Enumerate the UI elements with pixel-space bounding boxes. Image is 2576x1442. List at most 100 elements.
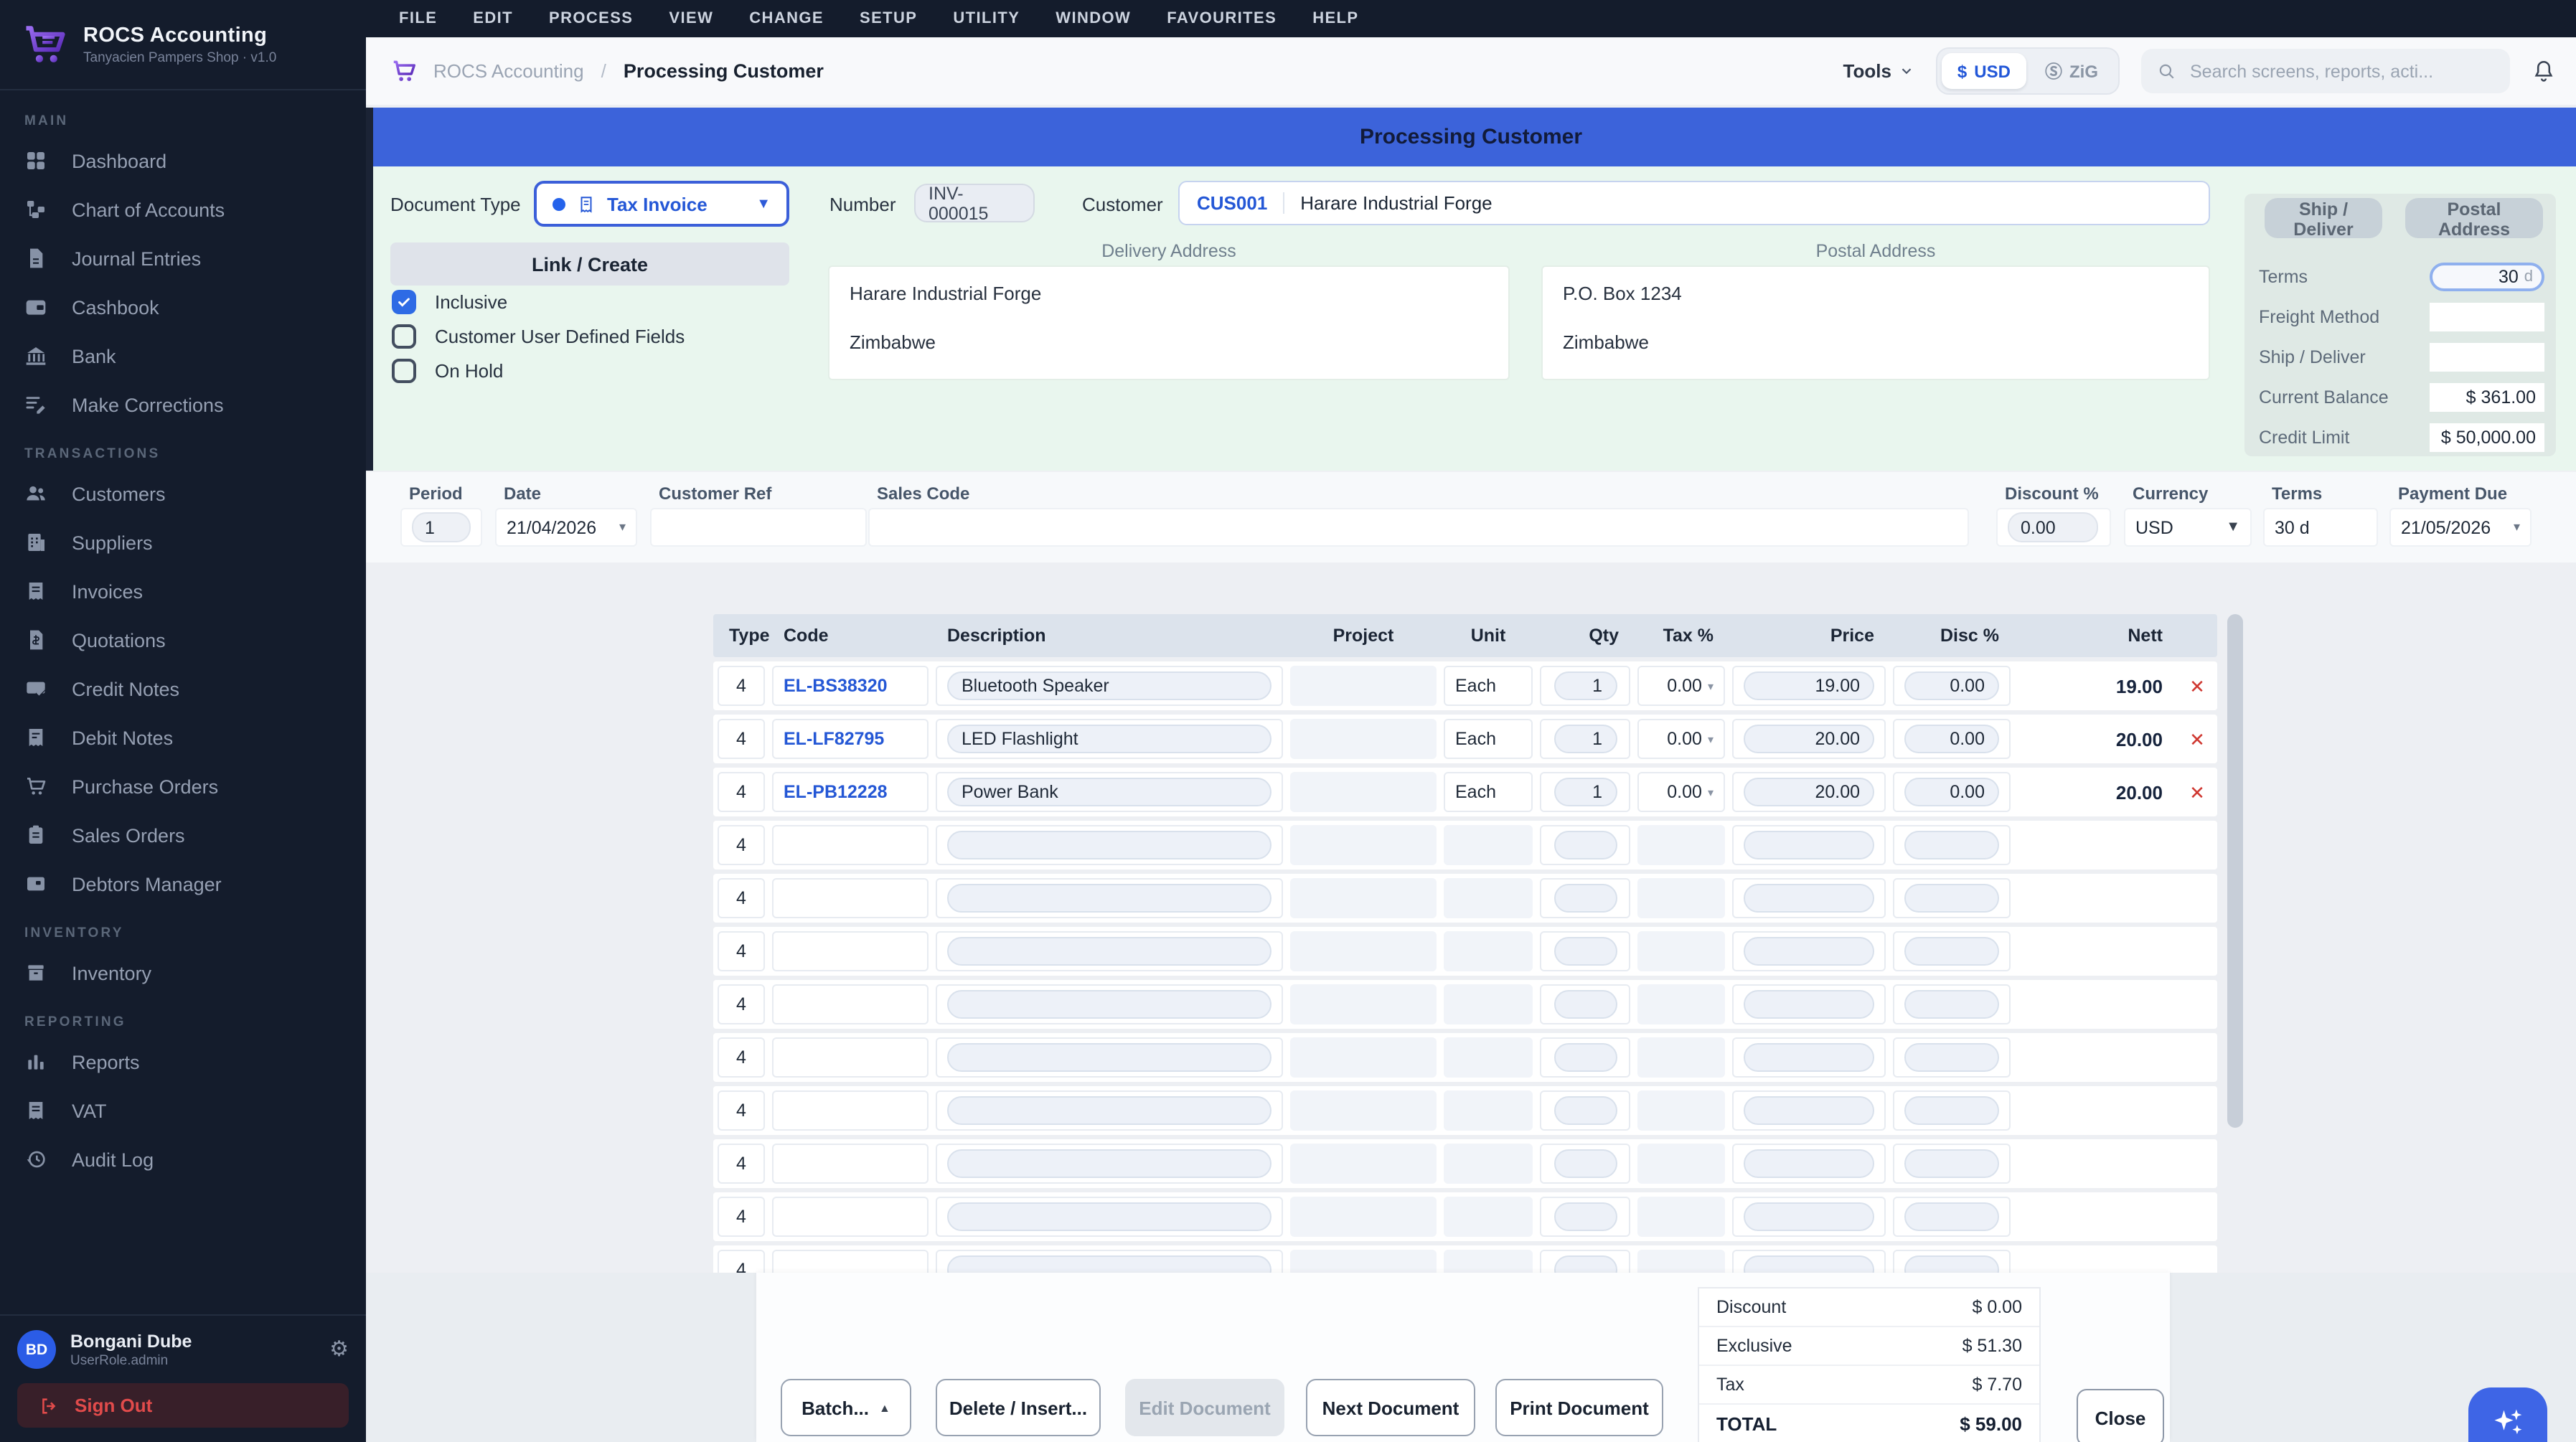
meta-field-date[interactable]: 21/04/2026 ▾ bbox=[495, 508, 637, 547]
item-code-link[interactable]: EL-BS38320 bbox=[784, 676, 888, 696]
unchecked-checkbox[interactable] bbox=[392, 324, 416, 348]
item-code-link[interactable]: EL-PB12228 bbox=[784, 782, 888, 802]
project-cell[interactable] bbox=[1290, 772, 1437, 812]
notifications-bell-icon[interactable] bbox=[2532, 59, 2556, 83]
description-input[interactable] bbox=[947, 1149, 1271, 1178]
line-type-cell[interactable]: 4 bbox=[718, 1090, 765, 1131]
meta-field-sales-code[interactable] bbox=[868, 508, 1969, 547]
currency-usd-option[interactable]: $ USD bbox=[1941, 53, 2026, 89]
qty-input[interactable] bbox=[1553, 831, 1617, 859]
meta-field-discount-[interactable]: 0.00 bbox=[1996, 508, 2111, 547]
tax-cell[interactable] bbox=[1637, 878, 1725, 918]
side-panel-input[interactable] bbox=[2430, 343, 2544, 372]
project-cell[interactable] bbox=[1290, 1037, 1437, 1078]
tax-cell[interactable]: 0.00 ▾ bbox=[1637, 719, 1725, 759]
project-cell[interactable] bbox=[1290, 1144, 1437, 1184]
sidebar-item-vat[interactable]: VAT bbox=[0, 1086, 366, 1135]
disc-input[interactable] bbox=[1904, 1202, 1999, 1231]
description-input[interactable] bbox=[947, 884, 1271, 913]
sidebar-item-customers[interactable]: Customers bbox=[0, 469, 366, 518]
sidebar-item-cashbook[interactable]: Cashbook bbox=[0, 283, 366, 331]
table-scrollbar-thumb[interactable] bbox=[2227, 614, 2243, 1128]
tax-cell[interactable] bbox=[1637, 984, 1725, 1024]
qty-input[interactable] bbox=[1553, 1096, 1617, 1125]
line-type-cell[interactable]: 4 bbox=[718, 1144, 765, 1184]
delivery-address-box[interactable]: Harare Industrial Forge Zimbabwe bbox=[828, 265, 1510, 380]
meta-field-customer-ref[interactable] bbox=[650, 508, 867, 547]
unit-cell[interactable] bbox=[1444, 984, 1533, 1024]
unit-cell[interactable]: Each bbox=[1444, 772, 1533, 812]
item-code-cell[interactable] bbox=[772, 984, 929, 1024]
unchecked-checkbox[interactable] bbox=[392, 358, 416, 382]
document-number-input[interactable]: INV-000015 bbox=[914, 183, 1035, 223]
next-document-button[interactable]: Next Document bbox=[1306, 1379, 1475, 1436]
price-input[interactable] bbox=[1744, 1202, 1874, 1231]
project-cell[interactable] bbox=[1290, 1197, 1437, 1237]
description-input[interactable] bbox=[947, 1096, 1271, 1125]
meta-pill-input[interactable]: 0.00 bbox=[2008, 512, 2098, 542]
project-cell[interactable] bbox=[1290, 825, 1437, 865]
price-input[interactable] bbox=[1744, 937, 1874, 966]
qty-input[interactable] bbox=[1553, 937, 1617, 966]
description-input[interactable] bbox=[947, 1202, 1271, 1231]
description-input[interactable] bbox=[947, 831, 1271, 859]
line-type-cell[interactable]: 4 bbox=[718, 719, 765, 759]
sidebar-item-debit-notes[interactable]: Debit Notes bbox=[0, 713, 366, 762]
meta-field-terms[interactable]: 30 d bbox=[2263, 508, 2378, 547]
calendar-caret-icon[interactable]: ▾ bbox=[2505, 519, 2520, 535]
delete-row-icon[interactable]: ✕ bbox=[2189, 730, 2205, 748]
tax-cell[interactable] bbox=[1637, 1090, 1725, 1131]
tax-cell[interactable] bbox=[1637, 1197, 1725, 1237]
qty-input[interactable] bbox=[1553, 884, 1617, 913]
currency-zig-option[interactable]: Ⓢ ZiG bbox=[2029, 53, 2114, 89]
qty-input[interactable] bbox=[1553, 1255, 1617, 1273]
side-panel-input[interactable]: 30 d bbox=[2430, 263, 2544, 291]
project-cell[interactable] bbox=[1290, 931, 1437, 971]
sidebar-item-invoices[interactable]: Invoices bbox=[0, 567, 366, 616]
menu-item-window[interactable]: WINDOW bbox=[1056, 10, 1131, 27]
line-type-cell[interactable]: 4 bbox=[718, 1197, 765, 1237]
link-create-button[interactable]: Link / Create bbox=[390, 242, 789, 286]
sidebar-item-inventory[interactable]: Inventory bbox=[0, 948, 366, 997]
ai-assistant-fab[interactable] bbox=[2468, 1387, 2547, 1442]
disc-input[interactable] bbox=[1904, 937, 1999, 966]
sign-out-button[interactable]: Sign Out bbox=[17, 1383, 349, 1428]
item-code-cell[interactable]: EL-BS38320 bbox=[772, 666, 929, 706]
disc-input[interactable] bbox=[1904, 1255, 1999, 1273]
tax-cell[interactable] bbox=[1637, 1037, 1725, 1078]
sidebar-item-debtors-manager[interactable]: Debtors Manager bbox=[0, 859, 366, 908]
item-code-cell[interactable]: EL-PB12228 bbox=[772, 772, 929, 812]
tools-dropdown[interactable]: Tools bbox=[1843, 60, 1914, 82]
price-input[interactable] bbox=[1744, 990, 1874, 1019]
menu-item-process[interactable]: PROCESS bbox=[549, 10, 633, 27]
tax-cell[interactable] bbox=[1637, 1250, 1725, 1273]
tax-cell[interactable] bbox=[1637, 931, 1725, 971]
description-input[interactable]: Bluetooth Speaker bbox=[947, 671, 1271, 700]
delete-row-icon[interactable]: ✕ bbox=[2189, 783, 2205, 801]
disc-input[interactable] bbox=[1904, 1043, 1999, 1072]
calendar-caret-icon[interactable]: ▾ bbox=[611, 519, 626, 535]
project-cell[interactable] bbox=[1290, 666, 1437, 706]
close-button[interactable]: Close bbox=[2077, 1389, 2164, 1442]
description-input[interactable] bbox=[947, 1255, 1271, 1273]
qty-input[interactable]: 1 bbox=[1553, 725, 1617, 753]
price-input[interactable] bbox=[1744, 1149, 1874, 1178]
menu-item-favourites[interactable]: FAVOURITES bbox=[1167, 10, 1277, 27]
unit-cell[interactable] bbox=[1444, 878, 1533, 918]
delete-row-icon[interactable]: ✕ bbox=[2189, 677, 2205, 695]
sidebar-item-journal-entries[interactable]: Journal Entries bbox=[0, 234, 366, 283]
item-code-cell[interactable] bbox=[772, 1037, 929, 1078]
document-type-select[interactable]: Tax Invoice ▼ bbox=[534, 181, 789, 227]
qty-input[interactable] bbox=[1553, 1149, 1617, 1178]
qty-input[interactable]: 1 bbox=[1553, 778, 1617, 806]
meta-pill-input[interactable]: 1 bbox=[412, 512, 471, 542]
meta-field-currency[interactable]: USD ▼ bbox=[2124, 508, 2252, 547]
menu-item-file[interactable]: FILE bbox=[399, 10, 437, 27]
batch--button[interactable]: Batch... ▲ bbox=[781, 1379, 911, 1436]
price-input[interactable]: 20.00 bbox=[1744, 725, 1874, 753]
global-search[interactable] bbox=[2141, 49, 2510, 93]
unit-cell[interactable] bbox=[1444, 1090, 1533, 1131]
item-code-cell[interactable] bbox=[772, 878, 929, 918]
meta-field-payment-due[interactable]: 21/05/2026 ▾ bbox=[2389, 508, 2532, 547]
customer-input[interactable]: CUS001 Harare Industrial Forge bbox=[1178, 181, 2210, 225]
